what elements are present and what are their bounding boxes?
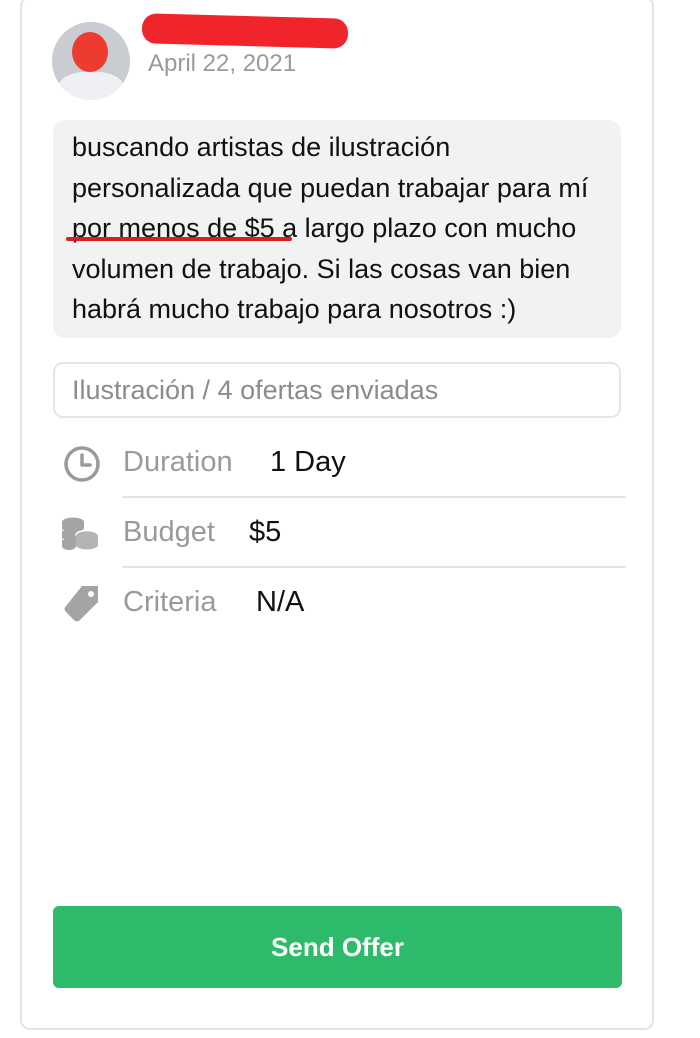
post-date: April 22, 2021 bbox=[148, 50, 297, 77]
username-redaction bbox=[141, 13, 349, 49]
duration-value: 1 Day bbox=[270, 446, 346, 478]
criteria-value: N/A bbox=[256, 586, 305, 618]
divider bbox=[122, 496, 626, 498]
clock-icon bbox=[64, 446, 100, 482]
budget-value: $5 bbox=[249, 516, 282, 548]
message-text: buscando artistas de ilustración persona… bbox=[72, 132, 589, 324]
duration-label: Duration bbox=[123, 446, 233, 478]
tag-icon bbox=[64, 586, 98, 622]
avatar[interactable] bbox=[52, 22, 130, 100]
avatar-body bbox=[58, 72, 124, 100]
avatar-face-redaction bbox=[72, 32, 108, 72]
highlight-underline bbox=[66, 237, 292, 241]
coins-icon bbox=[62, 517, 99, 550]
divider bbox=[122, 566, 626, 568]
category-offers-field: Ilustración / 4 ofertas enviadas bbox=[53, 362, 621, 418]
criteria-label: Criteria bbox=[123, 586, 217, 618]
send-offer-button[interactable]: Send Offer bbox=[53, 906, 622, 988]
budget-label: Budget bbox=[123, 516, 215, 548]
